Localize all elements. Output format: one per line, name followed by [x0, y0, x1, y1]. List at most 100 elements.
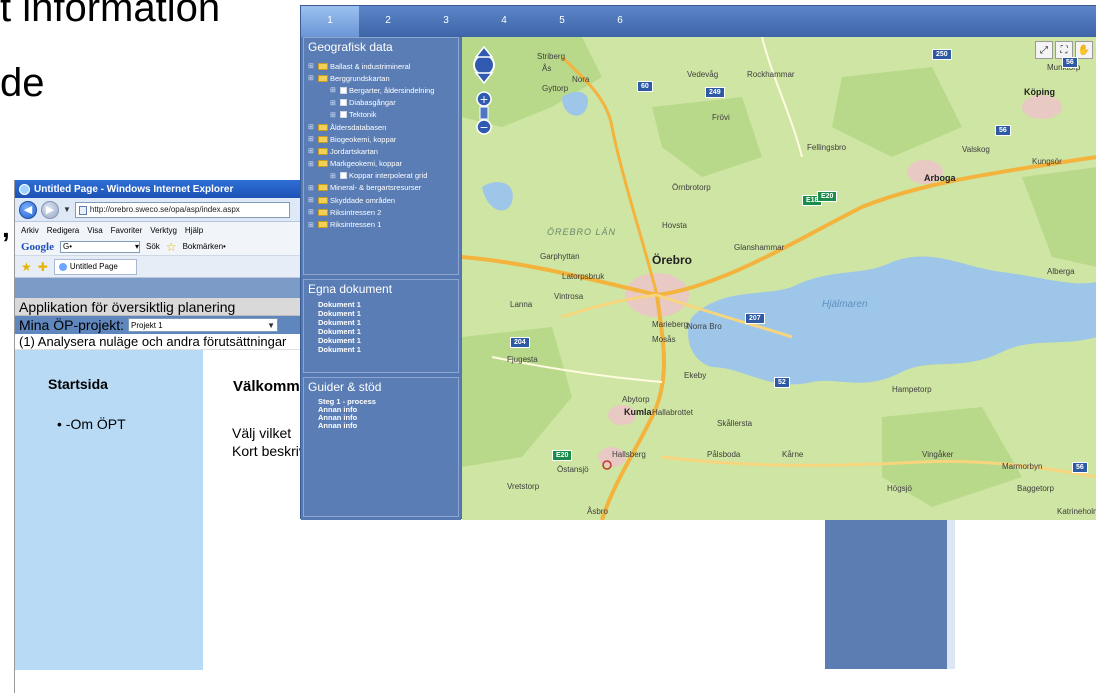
folder-icon	[318, 147, 328, 155]
road-shield: 56	[1062, 57, 1078, 68]
document-link[interactable]: Dokument 1	[318, 300, 361, 309]
expand-icon[interactable]: ⊞	[308, 196, 316, 204]
tab-4[interactable]: 4	[475, 6, 533, 37]
tab-5[interactable]: 5	[533, 6, 591, 37]
tab-1[interactable]: 1	[301, 6, 359, 37]
map-label: Baggetorp	[1017, 484, 1054, 493]
tab-2[interactable]: 2	[359, 6, 417, 37]
map-label: Marieberg	[652, 320, 689, 329]
map-label: Örnbrotorp	[672, 183, 711, 192]
map-application: 1 2 3 4 5 6 Geografisk data ⊞ Ballast & i…	[300, 5, 1096, 520]
menu-arkiv[interactable]: Arkiv	[21, 226, 39, 235]
layer-label: Markgeokemi, koppar	[330, 159, 403, 169]
road-shield: 204	[510, 337, 530, 348]
expand-icon[interactable]: ⊞	[330, 99, 338, 107]
add-favorite-icon[interactable]: ✚	[38, 260, 48, 274]
tab-3[interactable]: 3	[417, 6, 475, 37]
layer-item[interactable]: ⊞ Tektonik	[308, 109, 460, 121]
browser-tab-label: Untitled Page	[69, 262, 118, 271]
expand-icon[interactable]: ⊞	[308, 208, 316, 216]
geodata-panel: Geografisk data ⊞ Ballast & industriminer…	[303, 37, 459, 275]
layer-item[interactable]: ⊞ Skyddade områden	[308, 194, 460, 206]
expand-icon[interactable]: ⊞	[330, 86, 338, 94]
expand-icon[interactable]: ⊞	[308, 221, 316, 229]
menu-verktyg[interactable]: Verktyg	[150, 226, 177, 235]
layer-item[interactable]: ⊞ Åldersdatabasen	[308, 121, 460, 133]
document-link[interactable]: Dokument 1	[318, 318, 361, 327]
favorites-star-icon[interactable]: ★	[21, 260, 32, 274]
nav-item-om-opt[interactable]: • -Om ÖPT	[57, 416, 126, 432]
document-link[interactable]: Dokument 1	[318, 345, 361, 354]
zoom-control[interactable]: + −	[476, 91, 492, 135]
map-label: Örebro	[652, 253, 693, 267]
map-label: Ås	[542, 64, 552, 73]
layer-item[interactable]: ⊞ Riksintressen 1	[308, 218, 460, 230]
road-shield: 249	[705, 87, 725, 98]
layer-item[interactable]: ⊞ Berggrundskartan	[308, 72, 460, 84]
folder-icon	[318, 135, 328, 143]
layer-checkbox[interactable]	[340, 99, 347, 107]
menu-hjalp[interactable]: Hjälp	[185, 226, 203, 235]
layer-item[interactable]: ⊞ Markgeokemi, koppar	[308, 158, 460, 170]
folder-icon	[318, 184, 328, 192]
nav-start-link[interactable]: Startsida	[48, 376, 108, 392]
tab-6[interactable]: 6	[591, 6, 649, 37]
map-label: Pålsboda	[707, 450, 741, 459]
map-label: Marmorbyn	[1002, 462, 1043, 471]
expand-icon[interactable]: ⊞	[308, 74, 316, 82]
project-select[interactable]: Projekt 1 ▼	[128, 318, 279, 332]
expand-icon[interactable]: ⊞	[308, 62, 316, 70]
expand-icon[interactable]: ⊞	[330, 172, 338, 180]
layer-label: Åldersdatabasen	[330, 122, 387, 132]
back-button[interactable]: ◀	[19, 200, 37, 219]
layer-item[interactable]: ⊞ Biogeokemi, koppar	[308, 133, 460, 145]
url-field[interactable]: http://orebro.sweco.se/opa/asp/index.asp…	[74, 201, 290, 218]
road-shield: 56	[995, 125, 1011, 136]
expand-icon[interactable]: ⊞	[308, 135, 316, 143]
layer-item[interactable]: ⊞ Riksintressen 2	[308, 206, 460, 218]
guide-link[interactable]: Annan info	[318, 422, 376, 430]
layer-item[interactable]: ⊞ Diabasgångar	[308, 97, 460, 109]
road-shield: E20	[552, 450, 573, 461]
document-link[interactable]: Dokument 1	[318, 309, 361, 318]
bookmarks-button[interactable]: Bokmärken•	[183, 242, 226, 251]
browser-tab[interactable]: Untitled Page	[53, 258, 137, 275]
layer-item[interactable]: ⊞ Mineral- & bergartsresurser	[308, 182, 460, 194]
pan-control[interactable]	[470, 45, 498, 85]
layer-item[interactable]: ⊞ Jordartskartan	[308, 145, 460, 157]
document-link[interactable]: Dokument 1	[318, 336, 361, 345]
menu-redigera[interactable]: Redigera	[47, 226, 79, 235]
layer-item[interactable]: ⊞ Koppar interpolerat grid	[308, 170, 460, 182]
layer-checkbox[interactable]	[340, 111, 347, 119]
browser-title: Untitled Page - Windows Internet Explore…	[34, 183, 234, 195]
map-label: Norra Bro	[687, 322, 722, 331]
expand-icon[interactable]: ⊞	[308, 160, 316, 168]
layer-item[interactable]: ⊞ Ballast & industrimineral	[308, 60, 460, 72]
expand-icon[interactable]: ⊞	[330, 111, 338, 119]
map-label: Hampetorp	[892, 385, 932, 394]
map-view[interactable]: + − ⤢ ⛶ ✋ Örebro Arboga Köping Kumla Hal…	[462, 37, 1096, 520]
google-search-input[interactable]: G• ▾	[60, 240, 140, 253]
layer-checkbox[interactable]	[340, 86, 347, 94]
expand-icon[interactable]: ⊞	[308, 123, 316, 131]
left-nav: Startsida • -Om ÖPT	[15, 350, 203, 670]
map-label: Kungsör	[1032, 157, 1062, 166]
expand-icon[interactable]: ⊞	[308, 147, 316, 155]
history-dropdown-icon[interactable]: ▼	[63, 205, 71, 214]
zoom-box-icon[interactable]: ⤢	[1035, 41, 1053, 59]
map-label: Hallabrottet	[652, 408, 693, 417]
project-selected: Projekt 1	[131, 320, 163, 330]
menu-favoriter[interactable]: Favoriter	[111, 226, 143, 235]
layer-checkbox[interactable]	[340, 172, 347, 180]
forward-button[interactable]: ▶	[41, 200, 59, 219]
menu-visa[interactable]: Visa	[87, 226, 102, 235]
expand-icon[interactable]: ⊞	[308, 184, 316, 192]
search-button[interactable]: Sök	[146, 242, 160, 251]
document-link[interactable]: Dokument 1	[318, 327, 361, 336]
projects-label: Mina ÖP-projekt:	[19, 317, 125, 333]
map-label: Striberg	[537, 52, 566, 61]
nav-item-label: -Om ÖPT	[65, 416, 126, 432]
bookmark-star-icon[interactable]: ☆	[166, 240, 177, 254]
road-shield: 207	[745, 313, 765, 324]
layer-item[interactable]: ⊞ Bergarter, åldersindelning	[308, 84, 460, 96]
